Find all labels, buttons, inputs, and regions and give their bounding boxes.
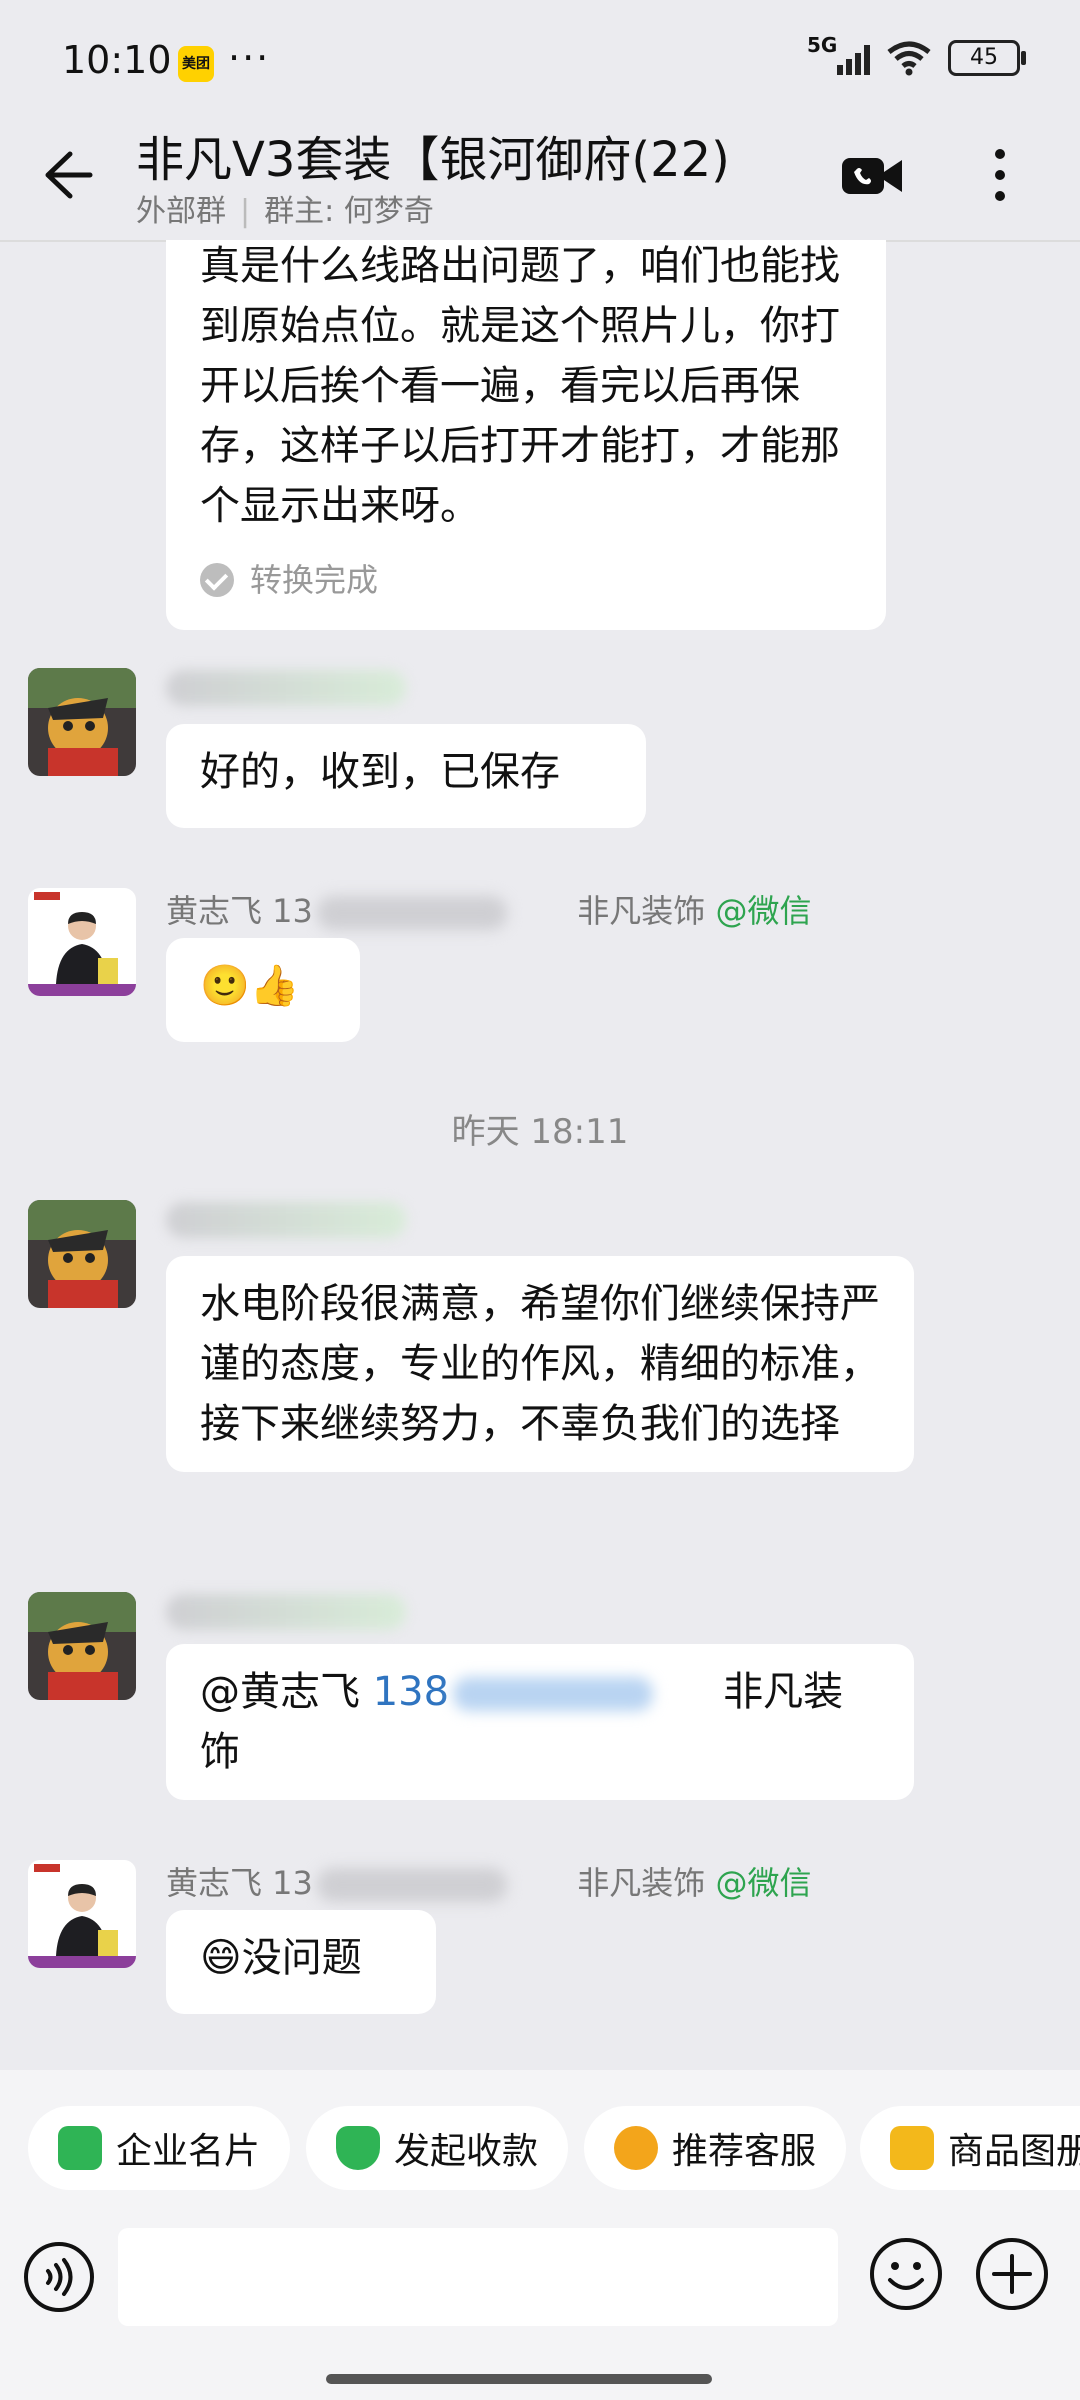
message-text: 真是什么线路出问题了，咱们也能找到原始点位。就是这个照片儿，你打开以后挨个看一遍…: [200, 243, 840, 529]
chip-label: 推荐客服: [672, 2131, 817, 2172]
sender-source: @微信: [715, 1864, 812, 1902]
avatar-sender-photo[interactable]: [28, 1860, 136, 1968]
battery-icon: 45: [948, 40, 1026, 76]
message-text: 好的，收到，已保存: [200, 749, 560, 795]
status-time: 10:10: [62, 38, 172, 82]
business-card-button[interactable]: 企业名片: [28, 2106, 291, 2190]
chip-label: 发起收款: [394, 2131, 539, 2172]
message-bubble[interactable]: 好的，收到，已保存: [166, 724, 646, 828]
signal-icon: 5G: [807, 33, 870, 75]
chat-bubble-icon: [614, 2126, 658, 2170]
input-bar: [0, 2220, 1080, 2400]
message-bubble-mention[interactable]: @黄志飞 138 非凡装饰: [166, 1644, 914, 1800]
mention-phone-blurred: [453, 1677, 654, 1711]
more-options-icon[interactable]: [980, 140, 1020, 210]
sender-name-blurred: [166, 1594, 406, 1630]
business-card-icon: [58, 2126, 102, 2170]
network-type: 5G: [807, 33, 838, 57]
message-text: 水电阶段很满意，希望你们继续保持严谨的态度，专业的作风，精细的标准，接下来继续努…: [200, 1281, 880, 1447]
group-owner-label: 群主: 何梦奇: [264, 194, 434, 229]
sender-name-blurred: [166, 1202, 406, 1238]
avatar-cartoon-bear[interactable]: [28, 668, 136, 776]
back-arrow-icon[interactable]: [30, 140, 100, 210]
yuan-shield-icon: [336, 2126, 380, 2170]
status-bar: 10:10 美团 ··· 5G 45: [0, 0, 1080, 120]
mention-phone[interactable]: 138: [373, 1669, 449, 1715]
sender-company: 非凡装饰: [577, 892, 706, 930]
mention-text[interactable]: @黄志飞: [200, 1669, 373, 1715]
home-indicator[interactable]: [326, 2374, 712, 2384]
sender-name: 黄志飞 13: [166, 892, 313, 930]
sender-name: 黄志飞 13: [166, 1864, 313, 1902]
request-payment-button[interactable]: 发起收款: [306, 2106, 569, 2190]
wifi-icon: [887, 41, 931, 76]
sender-phone-blurred: [316, 896, 507, 930]
more-notifications-icon: ···: [228, 36, 271, 80]
chip-label: 商品图册: [948, 2131, 1080, 2172]
message-bubble-emoji[interactable]: 🙂👍: [166, 938, 360, 1042]
catalog-icon: [890, 2126, 934, 2170]
avatar-cartoon-bear[interactable]: [28, 1200, 136, 1308]
sender-info: 黄志飞 13 非凡装饰 @微信: [166, 886, 811, 932]
avatar-cartoon-bear[interactable]: [28, 1592, 136, 1700]
message-bubble[interactable]: 😄没问题: [166, 1910, 436, 2014]
message-input[interactable]: [118, 2228, 838, 2326]
product-catalog-button[interactable]: 商品图册: [860, 2106, 1080, 2190]
message-bubble[interactable]: 水电阶段很满意，希望你们继续保持严谨的态度，专业的作风，精细的标准，接下来继续努…: [166, 1256, 914, 1472]
sender-name-blurred: [166, 670, 406, 706]
group-type-label: 外部群: [136, 194, 226, 229]
status-icons: 5G 45: [807, 33, 1026, 76]
group-subtitle: 外部群 | 群主: 何梦奇: [136, 194, 434, 229]
emoji-icon[interactable]: [868, 2236, 944, 2312]
message-text: 🙂👍: [200, 963, 300, 1009]
message-list[interactable]: 真是什么线路出问题了，咱们也能找到原始点位。就是这个照片儿，你打开以后挨个看一遍…: [0, 240, 1080, 2070]
chip-label: 企业名片: [116, 2131, 261, 2172]
sender-source: @微信: [715, 892, 812, 930]
group-title[interactable]: 非凡V3套装【银河御府(22): [136, 120, 796, 190]
check-icon: [200, 563, 234, 597]
meituan-notification-icon: 美团: [178, 46, 214, 82]
conversion-status: 转换完成: [200, 550, 852, 610]
video-call-icon[interactable]: [840, 144, 904, 208]
time-divider: 昨天 18:11: [451, 1112, 629, 1152]
sender-phone-blurred: [316, 1868, 507, 1902]
sender-info: 黄志飞 13 非凡装饰 @微信: [166, 1858, 811, 1904]
sender-company: 非凡装饰: [577, 1864, 706, 1902]
avatar-sender-photo[interactable]: [28, 888, 136, 996]
voice-input-icon[interactable]: [22, 2240, 96, 2314]
conversion-status-text: 转换完成: [250, 561, 379, 599]
message-text: 😄没问题: [200, 1935, 362, 1981]
recommend-service-button[interactable]: 推荐客服: [584, 2106, 847, 2190]
message-bubble-voice-transcript[interactable]: 真是什么线路出问题了，咱们也能找到原始点位。就是这个照片儿，你打开以后挨个看一遍…: [166, 240, 886, 630]
plus-icon[interactable]: [974, 2236, 1050, 2312]
chat-header: 非凡V3套装【银河御府(22) 外部群 | 群主: 何梦奇: [0, 120, 1080, 242]
quick-actions-bar: 企业名片 发起收款 推荐客服 商品图册: [0, 2070, 1080, 2220]
